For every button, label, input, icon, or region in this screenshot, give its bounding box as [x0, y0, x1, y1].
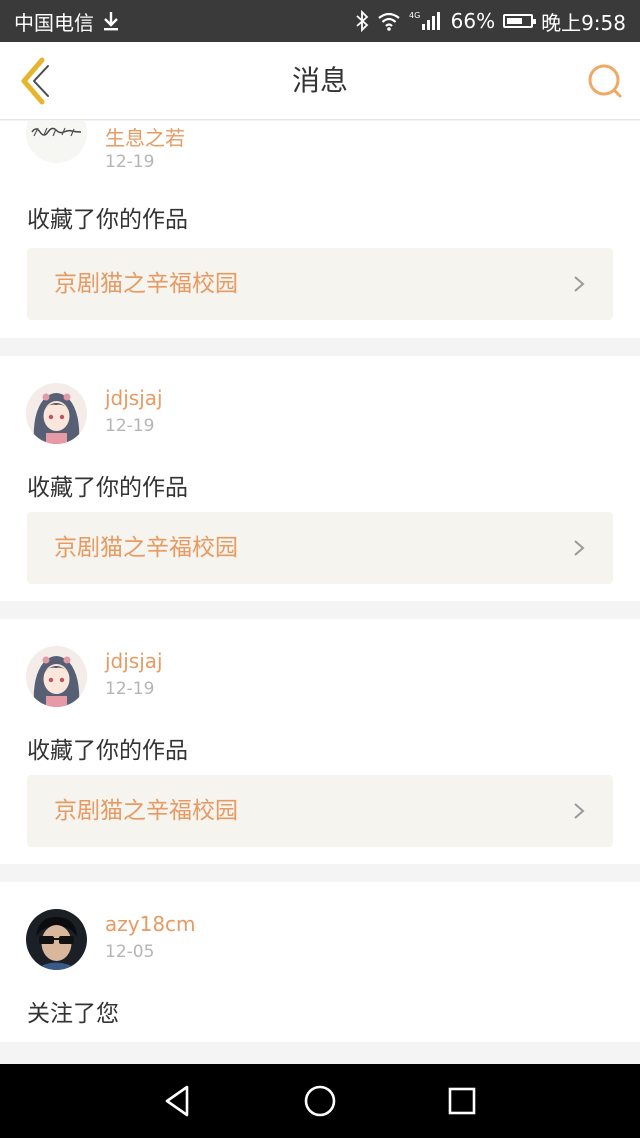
list-item: azy18cm 12-05 关注了您 — [0, 882, 640, 1042]
user-avatar[interactable] — [26, 383, 87, 444]
timestamp: 12-19 — [105, 416, 155, 436]
status-bar: 中国电信 4G 66% 晚上9:58 — [0, 0, 640, 42]
sunglasses-man-avatar — [26, 909, 87, 970]
work-title: 京剧猫之辛福校园 — [54, 535, 238, 561]
wifi-icon — [377, 11, 401, 31]
battery-icon — [503, 14, 537, 28]
user-avatar[interactable] — [26, 646, 87, 707]
carrier-label: 中国电信 — [14, 10, 94, 35]
work-link[interactable]: 京剧猫之辛福校园 — [27, 248, 613, 320]
chevron-right-icon — [574, 803, 585, 819]
signal-icon: 4G — [409, 10, 443, 32]
bluetooth-icon — [355, 10, 369, 32]
username[interactable]: 生息之若 — [105, 122, 185, 151]
system-nav-bar — [0, 1064, 640, 1138]
network-type-label: 4G — [409, 11, 420, 20]
search-icon — [588, 64, 622, 98]
download-icon — [102, 11, 120, 31]
action-text: 收藏了你的作品 — [27, 207, 188, 233]
work-link[interactable]: 京剧猫之辛福校园 — [27, 775, 613, 847]
action-text: 关注了您 — [27, 1001, 119, 1027]
username[interactable]: jdjsjaj — [105, 649, 163, 673]
anime-girl-avatar — [26, 383, 87, 444]
timestamp: 12-19 — [105, 679, 155, 699]
chevron-right-icon — [574, 276, 585, 292]
square-recents-icon — [448, 1087, 476, 1115]
user-avatar[interactable] — [26, 909, 87, 970]
action-text: 收藏了你的作品 — [27, 738, 188, 764]
calligraphy-avatar — [26, 121, 87, 163]
nav-recents-button[interactable] — [442, 1081, 482, 1121]
chevron-right-icon — [574, 540, 585, 556]
triangle-back-icon — [165, 1085, 189, 1117]
list-item: 生息之若 12-19 收藏了你的作品 京剧猫之辛福校园 — [0, 121, 640, 338]
work-title: 京剧猫之辛福校园 — [54, 271, 238, 297]
list-item: jdjsjaj 12-19 收藏了你的作品 京剧猫之辛福校园 — [0, 619, 640, 864]
search-button[interactable] — [586, 62, 624, 100]
timestamp: 12-05 — [105, 942, 155, 962]
anime-girl-avatar — [26, 646, 87, 707]
list-item: jdjsjaj 12-19 收藏了你的作品 京剧猫之辛福校园 — [0, 356, 640, 601]
work-title: 京剧猫之辛福校园 — [54, 798, 238, 824]
username[interactable]: jdjsjaj — [105, 386, 163, 410]
action-text: 收藏了你的作品 — [27, 475, 188, 501]
nav-back-button[interactable] — [158, 1081, 198, 1121]
nav-home-button[interactable] — [300, 1081, 340, 1121]
work-link[interactable]: 京剧猫之辛福校园 — [27, 512, 613, 584]
page-title: 消息 — [291, 64, 348, 97]
message-list[interactable]: 生息之若 12-19 收藏了你的作品 京剧猫之辛福校园 jdjsjaj 12-1… — [0, 121, 640, 1064]
circle-home-icon — [304, 1085, 336, 1117]
app-header: 消息 — [0, 42, 640, 120]
timestamp: 12-19 — [105, 152, 155, 172]
user-avatar[interactable] — [26, 121, 87, 163]
clock: 晚上9:58 — [541, 10, 626, 35]
username[interactable]: azy18cm — [105, 912, 196, 936]
battery-percent: 66% — [450, 9, 496, 33]
